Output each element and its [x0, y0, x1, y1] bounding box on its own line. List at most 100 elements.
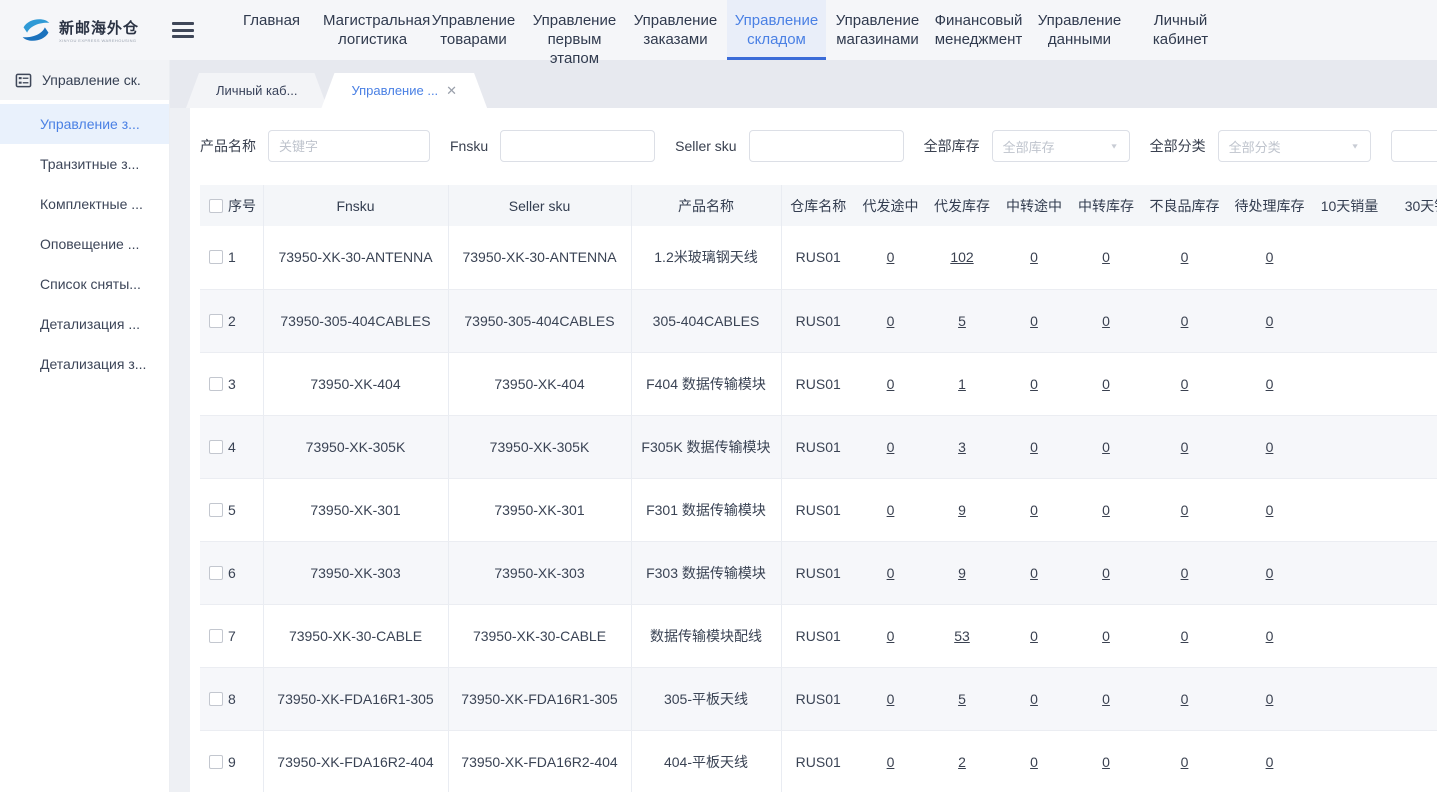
stock-link[interactable]: 0 [887, 439, 895, 455]
cell-warehouse: RUS01 [781, 730, 855, 792]
stock-link[interactable]: 0 [887, 249, 895, 265]
stock-link[interactable]: 0 [1266, 249, 1274, 265]
nav-item-8[interactable]: Управление данными [1030, 0, 1129, 60]
stock-link[interactable]: 0 [1181, 628, 1189, 644]
sidebar-item-2[interactable]: Комплектные ... [0, 184, 169, 224]
row-checkbox[interactable] [209, 692, 223, 706]
menu-collapse-icon[interactable] [172, 22, 194, 38]
nav-item-9[interactable]: Личный кабинет [1131, 0, 1230, 60]
stock-link[interactable]: 0 [1030, 376, 1038, 392]
stock-link[interactable]: 0 [887, 628, 895, 644]
stock-link[interactable]: 0 [1102, 691, 1110, 707]
stock-link[interactable]: 2 [958, 754, 966, 770]
sidebar-item-5[interactable]: Детализация ... [0, 304, 169, 344]
stock-link[interactable]: 0 [887, 754, 895, 770]
stock-link[interactable]: 0 [1030, 565, 1038, 581]
inventory-table-wrap[interactable]: 序号FnskuSeller sku产品名称仓库名称代发途中代发库存中转途中中转库… [200, 185, 1437, 792]
stock-link[interactable]: 0 [1030, 691, 1038, 707]
stock-link[interactable]: 1 [958, 376, 966, 392]
stock-link[interactable]: 0 [887, 565, 895, 581]
sidebar-item-3[interactable]: Оповещение ... [0, 224, 169, 264]
sidebar-item-0[interactable]: Управление з... [0, 104, 169, 144]
filter-input-1[interactable] [500, 130, 655, 162]
tab-1[interactable]: Управление ...✕ [321, 73, 487, 108]
stock-link[interactable]: 0 [1266, 565, 1274, 581]
nav-item-0[interactable]: Главная [222, 0, 321, 60]
logo-text-block: 新邮海外仓 XINYOU EXPRESS WAREHOUSING [59, 17, 139, 43]
stock-link[interactable]: 53 [954, 628, 970, 644]
cell-stock-0: 0 [855, 478, 926, 541]
filter-input-5[interactable] [1391, 130, 1437, 162]
stock-link[interactable]: 0 [1102, 565, 1110, 581]
row-checkbox[interactable] [209, 755, 223, 769]
stock-link[interactable]: 0 [1266, 502, 1274, 518]
stock-link[interactable]: 5 [958, 691, 966, 707]
stock-link[interactable]: 3 [958, 439, 966, 455]
stock-link[interactable]: 0 [1266, 628, 1274, 644]
stock-link[interactable]: 0 [1266, 313, 1274, 329]
stock-link[interactable]: 0 [1181, 565, 1189, 581]
nav-item-5[interactable]: Управление складом [727, 0, 826, 60]
stock-link[interactable]: 0 [1030, 502, 1038, 518]
stock-link[interactable]: 9 [958, 502, 966, 518]
stock-link[interactable]: 0 [1266, 439, 1274, 455]
cell-fnsku: 73950-XK-303 [263, 541, 448, 604]
sidebar-item-4[interactable]: Список сняты... [0, 264, 169, 304]
row-checkbox[interactable] [209, 503, 223, 517]
filter-input-0[interactable] [268, 130, 430, 162]
stock-link[interactable]: 0 [1181, 376, 1189, 392]
nav-item-4[interactable]: Управление заказами [626, 0, 725, 60]
row-number: 1 [228, 249, 236, 265]
row-checkbox[interactable] [209, 566, 223, 580]
row-checkbox[interactable] [209, 377, 223, 391]
nav-item-3[interactable]: Управление первым этапом [525, 0, 624, 60]
sidebar-item-1[interactable]: Транзитные з... [0, 144, 169, 184]
stock-link[interactable]: 0 [887, 502, 895, 518]
sidebar-header[interactable]: Управление ск. [0, 60, 169, 100]
row-checkbox[interactable] [209, 440, 223, 454]
nav-item-7[interactable]: Финансовый менеджмент [929, 0, 1028, 60]
filter-select-4[interactable]: 全部分类▼ [1218, 130, 1371, 162]
stock-link[interactable]: 0 [1102, 628, 1110, 644]
stock-link[interactable]: 0 [1266, 376, 1274, 392]
table-row: 673950-XK-30373950-XK-303F303 数据传输模块RUS0… [200, 541, 1437, 604]
row-checkbox[interactable] [209, 250, 223, 264]
filter-select-3[interactable]: 全部库存▼ [992, 130, 1130, 162]
stock-link[interactable]: 102 [950, 249, 973, 265]
stock-link[interactable]: 0 [1102, 376, 1110, 392]
stock-link[interactable]: 0 [1102, 313, 1110, 329]
stock-link[interactable]: 0 [887, 313, 895, 329]
stock-link[interactable]: 0 [1181, 313, 1189, 329]
sidebar-item-6[interactable]: Детализация з... [0, 344, 169, 384]
nav-item-6[interactable]: Управление магазинами [828, 0, 927, 60]
stock-link[interactable]: 0 [1030, 313, 1038, 329]
select-all-checkbox[interactable] [209, 199, 223, 213]
tab-close-icon[interactable]: ✕ [446, 83, 457, 99]
stock-link[interactable]: 0 [1181, 502, 1189, 518]
stock-link[interactable]: 0 [1030, 754, 1038, 770]
stock-link[interactable]: 0 [1102, 439, 1110, 455]
stock-link[interactable]: 0 [887, 376, 895, 392]
stock-link[interactable]: 5 [958, 313, 966, 329]
stock-link[interactable]: 0 [1181, 691, 1189, 707]
stock-link[interactable]: 0 [1102, 249, 1110, 265]
stock-link[interactable]: 0 [1030, 249, 1038, 265]
stock-link[interactable]: 0 [1030, 439, 1038, 455]
nav-item-1[interactable]: Магистральная логистика [323, 0, 422, 60]
stock-link[interactable]: 0 [1181, 754, 1189, 770]
stock-link[interactable]: 0 [1030, 628, 1038, 644]
stock-link[interactable]: 9 [958, 565, 966, 581]
stock-link[interactable]: 0 [1181, 439, 1189, 455]
stock-link[interactable]: 0 [887, 691, 895, 707]
filter-input-2[interactable] [749, 130, 904, 162]
stock-link[interactable]: 0 [1266, 754, 1274, 770]
cell-stock-0: 0 [855, 226, 926, 289]
stock-link[interactable]: 0 [1102, 502, 1110, 518]
row-checkbox[interactable] [209, 629, 223, 643]
nav-item-2[interactable]: Управление товарами [424, 0, 523, 60]
row-checkbox[interactable] [209, 314, 223, 328]
stock-link[interactable]: 0 [1181, 249, 1189, 265]
stock-link[interactable]: 0 [1102, 754, 1110, 770]
tab-0[interactable]: Личный каб... [186, 73, 327, 108]
stock-link[interactable]: 0 [1266, 691, 1274, 707]
